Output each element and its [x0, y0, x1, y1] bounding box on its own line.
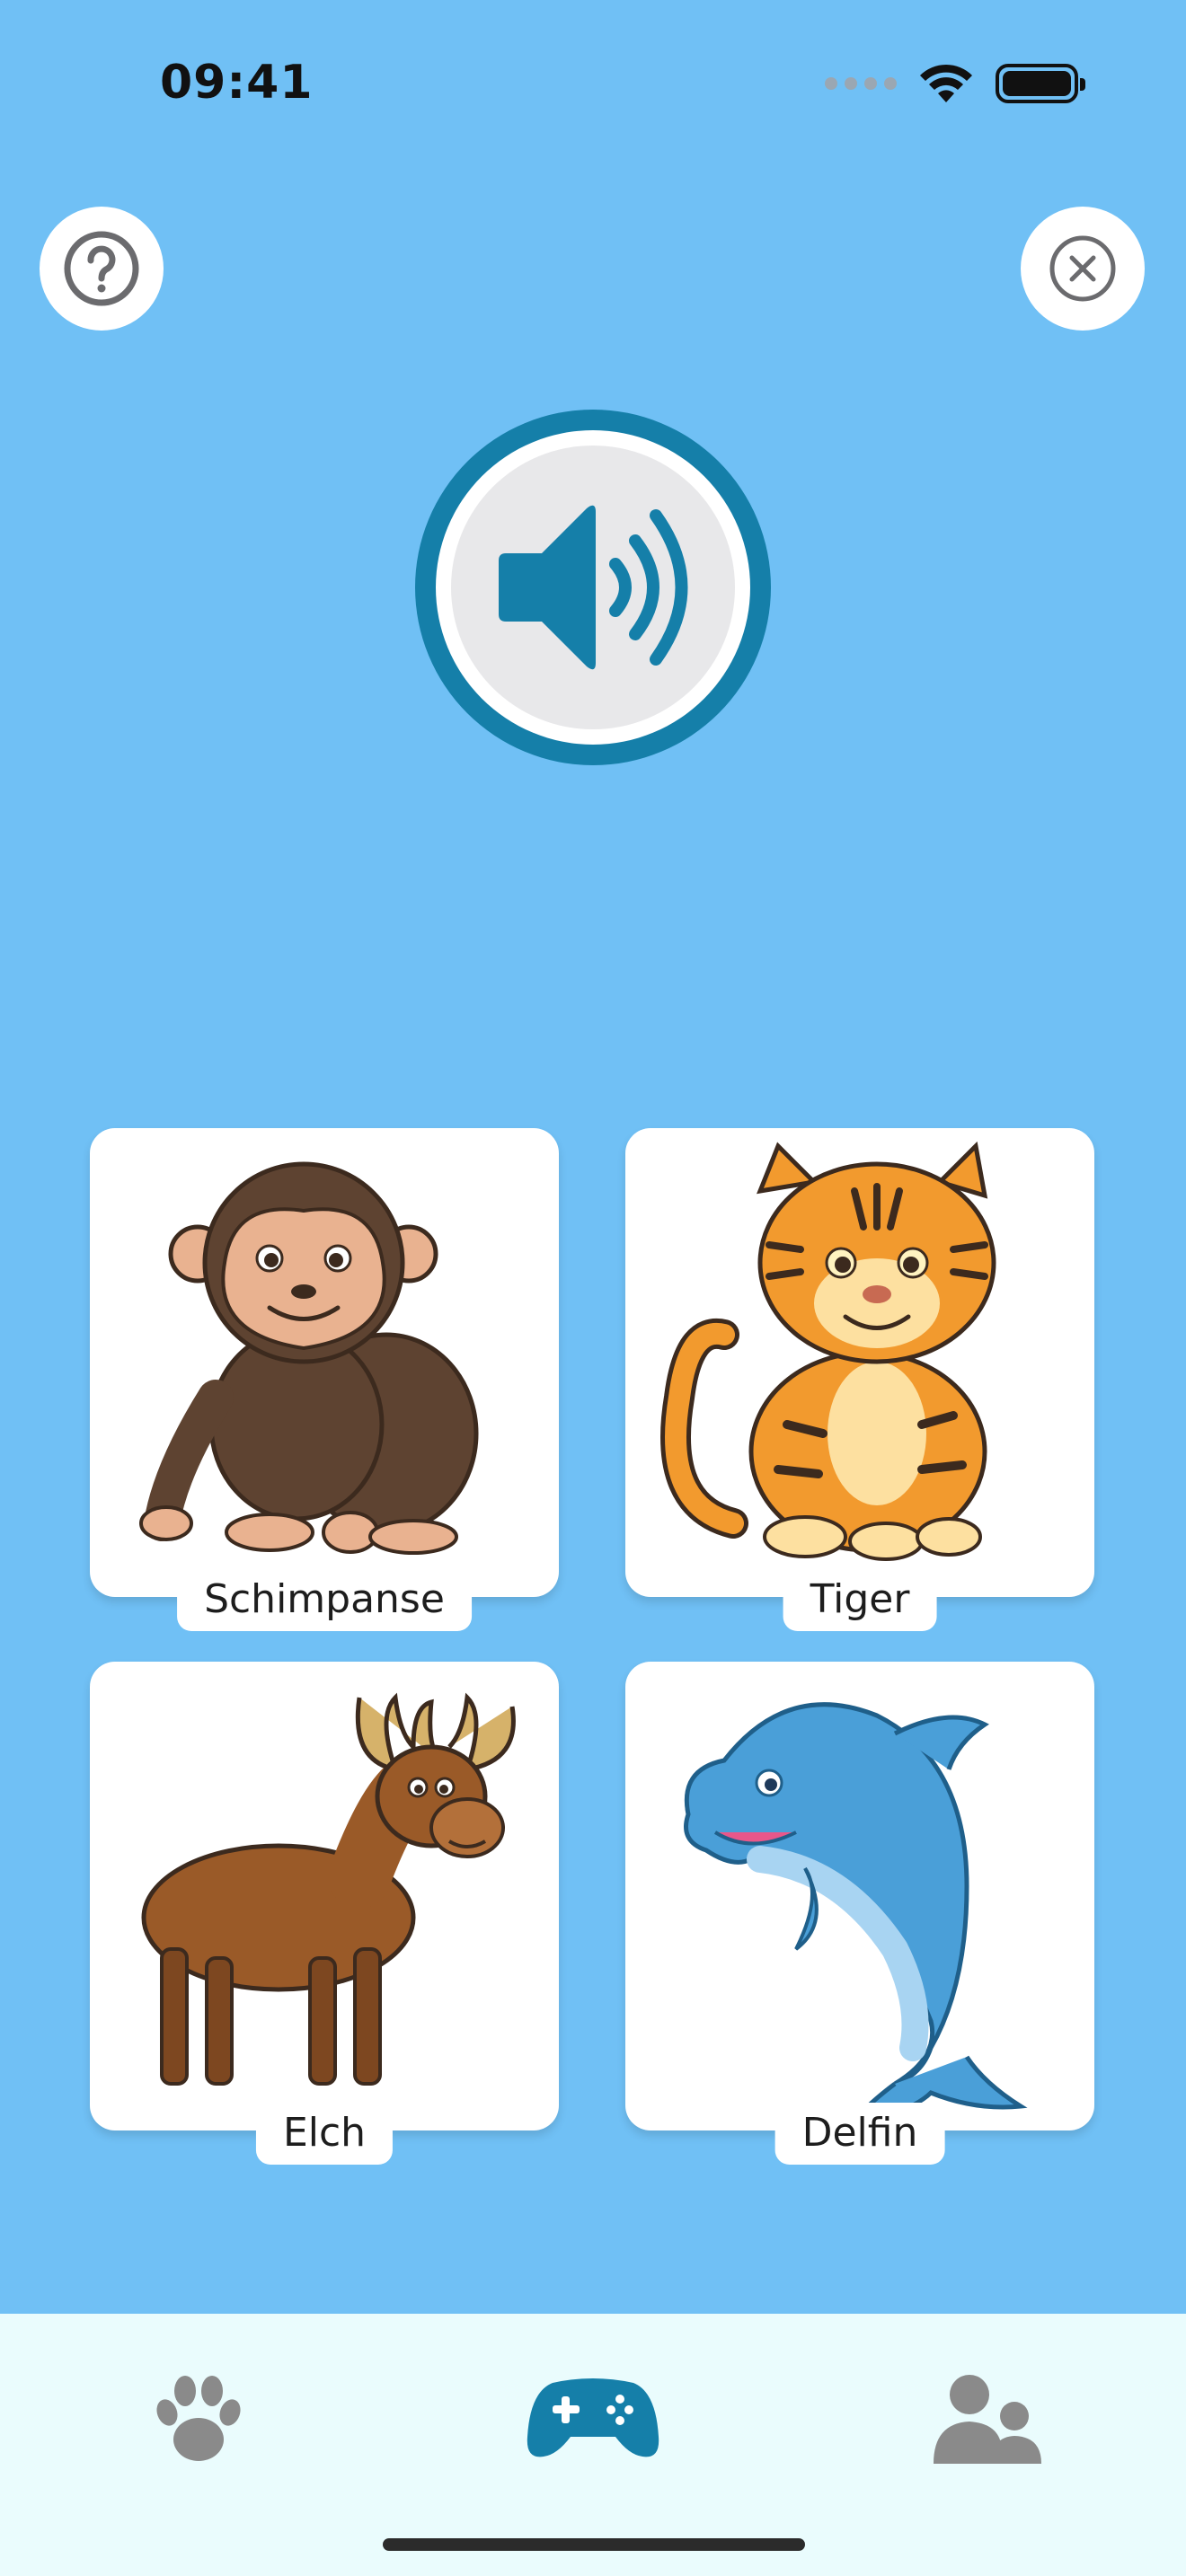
home-indicator — [383, 2538, 805, 2551]
people-icon — [934, 2375, 1041, 2464]
tab-profile[interactable] — [920, 2360, 1055, 2477]
answer-card-tiger[interactable]: Tiger — [625, 1128, 1094, 1631]
x-circle-icon — [1049, 235, 1116, 302]
tiger-icon — [660, 1141, 996, 1561]
card-label: Delfin — [774, 2103, 945, 2165]
close-button[interactable] — [1021, 207, 1145, 331]
speaker-wave-icon — [499, 505, 688, 670]
card-label: Schimpanse — [177, 1569, 472, 1631]
game-screen: 09:41 Schimpanse Tiger Elch Delfin — [0, 0, 1186, 2576]
paw-icon — [156, 2376, 241, 2461]
help-button[interactable] — [40, 207, 164, 331]
dolphin-icon — [684, 1702, 1028, 2130]
card-label: Elch — [255, 2103, 394, 2165]
answer-card-dolphin[interactable]: Delfin — [625, 1662, 1094, 2165]
chimpanzee-icon — [139, 1161, 479, 1555]
wifi-icon — [920, 64, 972, 102]
answer-card-chimpanzee[interactable]: Schimpanse — [90, 1128, 559, 1631]
question-circle-icon — [64, 231, 139, 306]
moose-icon — [141, 1692, 516, 2086]
card-label: Tiger — [783, 1569, 937, 1631]
tab-bar — [0, 2314, 1186, 2576]
battery-icon — [996, 64, 1085, 103]
answer-grid: Schimpanse Tiger Elch Delfin — [90, 1128, 1096, 2170]
tab-animals[interactable] — [131, 2360, 266, 2477]
tab-games[interactable] — [526, 2360, 660, 2477]
gamepad-icon — [527, 2378, 659, 2457]
answer-card-moose[interactable]: Elch — [90, 1662, 559, 2165]
status-time: 09:41 — [160, 56, 314, 110]
play-sound-button[interactable] — [415, 410, 771, 765]
status-icons — [825, 63, 1085, 104]
cellular-signal-icon — [825, 77, 897, 90]
